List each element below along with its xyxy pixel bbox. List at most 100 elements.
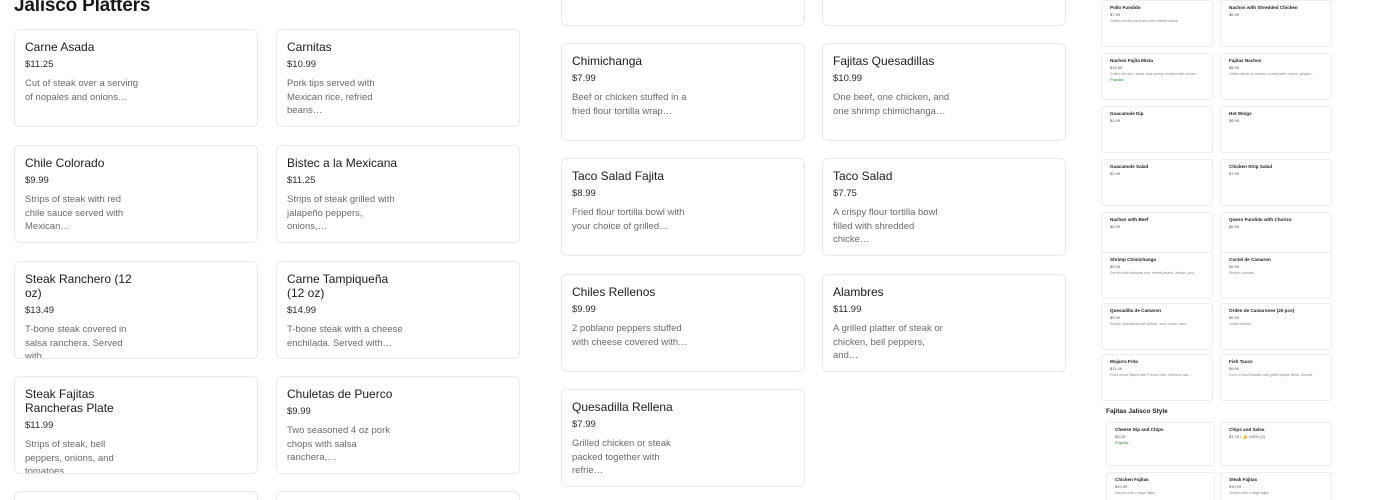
mini-menu-card[interactable]: Nachos with Shredded Chicken $6.99 [1220, 0, 1332, 47]
mini-item-price: $10.99 [1110, 65, 1123, 71]
mini-menu-card[interactable]: Steak Fajitas $10.99 Served with a large… [1220, 472, 1332, 500]
mini-menu-card[interactable]: Mojarra Frita $11.49 Fried whole tilapia… [1101, 354, 1213, 401]
mini-item-name: Orden de Camarones (20 pcs) [1229, 308, 1295, 313]
mini-menu-card[interactable]: Shrimp Chimichanga $9.25 Served with Mex… [1101, 252, 1213, 299]
mini-item-name: Mojarra Frita [1110, 359, 1138, 364]
mini-item-name: Fish Tacos [1229, 359, 1253, 364]
mini-item-price: $9.99 [1229, 366, 1240, 372]
menu-item-description: A crispy flour tortilla bowl filled with… [833, 207, 938, 245]
menu-item-price: $11.99 [833, 304, 862, 315]
popular-badge: Popular [1115, 440, 1129, 446]
mini-menu-card[interactable]: Chicken Fajitas $10.99 Served with a lar… [1106, 472, 1215, 500]
mini-menu-card[interactable]: Coctel de Camaron $9.99 Shrimp cocktail. [1220, 252, 1332, 299]
mini-item-name: Shrimp Chimichanga [1110, 257, 1156, 262]
mini-item-price: $3.25 [1115, 434, 1126, 440]
mini-menu-card[interactable]: Fajitas Nachos $8.99 Grilled steak or ch… [1220, 53, 1332, 100]
mini-item-description: Shrimp quesadilla with lettuce, sour cre… [1110, 321, 1190, 326]
menu-item-description: Cut of steak over a serving of nopales a… [25, 78, 138, 103]
mini-item-price: $2.99 [1110, 171, 1121, 177]
menu-item-name: Carne Tampiqueña (12 oz) [287, 272, 389, 300]
menu-item-card[interactable]: Carne Asada $11.25 Cut of steak over a s… [14, 29, 258, 127]
menu-item-price: $13.49 [25, 305, 55, 316]
menu-item-card[interactable]: Taco Salad $7.75 A crispy flour tortilla… [822, 158, 1066, 256]
mini-item-name: Steak Fajitas [1229, 477, 1258, 482]
menu-item-card[interactable]: Carne Tampiqueña (12 oz) $14.99 T-bone s… [276, 261, 520, 359]
mini-item-price: $9.25 [1110, 264, 1121, 270]
mini-item-name: Chicken Strip Salad [1229, 164, 1273, 169]
mini-item-name: Cheese Dip and Chips [1115, 427, 1164, 432]
mini-item-name: Queso Fundido with Chorizo [1229, 217, 1292, 222]
menu-item-name: Alambres [833, 285, 884, 299]
mini-menu-card[interactable]: Pollo Fundido $7.99 Grilled chicken and … [1101, 0, 1213, 47]
mini-item-name: Guacamole Salad [1110, 164, 1149, 169]
menu-item-description: Grilled chicken or steak packed together… [572, 438, 671, 476]
menu-item-description: Strips of steak with red chile sauce ser… [25, 194, 124, 232]
mini-item-description: Served with a large fajita [1229, 490, 1269, 495]
mini-item-price: $9.99 [1229, 264, 1240, 270]
mini-menu-card[interactable]: Quesadilla de Camaron $9.99 Shrimp quesa… [1101, 303, 1213, 350]
mini-menu-card[interactable]: Fish Tacos $9.99 Corn or flour tortillas… [1220, 354, 1332, 401]
menu-item-price: $7.99 [572, 73, 596, 84]
mini-menu-card[interactable]: Orden de Camarones (20 pcs) $9.99 Grille… [1220, 303, 1332, 350]
menu-item-card[interactable]: Bistec a la Mexicana $11.25 Strips of st… [276, 145, 520, 243]
menu-item-card[interactable]: Alambres $11.99 A grilled platter of ste… [822, 274, 1066, 372]
menu-item-card[interactable]: Steak Ranchero (12 oz) $13.49 T-bone ste… [14, 261, 258, 359]
menu-item-description: Strips of steak grilled with jalapeño pe… [287, 194, 395, 232]
menu-item-price: $9.99 [25, 175, 49, 186]
mini-item-description: Grilled shrimp. [1229, 321, 1253, 326]
menu-item-card[interactable]: Chimichanga $7.99 Beef or chicken stuffe… [561, 43, 805, 141]
menu-item-price: $14.99 [287, 305, 317, 316]
mini-menu-card[interactable]: Chicken Strip Salad $7.99 [1220, 159, 1332, 206]
menu-item-description: Pork tips served with Mexican rice, refr… [287, 78, 375, 116]
menu-item-card[interactable]: Chuletas de Puerco $9.99 Two seasoned 4 … [276, 376, 520, 474]
mini-item-name: Nachos with Shredded Chicken [1229, 5, 1298, 10]
menu-item-name: Chuletas de Puerco [287, 387, 393, 401]
menu-item-price: $11.25 [25, 59, 54, 70]
menu-item-description: T-bone steak covered in salsa ranchera. … [25, 324, 127, 359]
mini-item-name: Guacamole Dip [1110, 111, 1144, 116]
menu-item-name: Carnitas [287, 40, 332, 54]
mini-item-price: $5.99 [1229, 224, 1240, 230]
menu-item-card[interactable]: Steak Fajitas Rancheras Plate $11.99 Str… [14, 376, 258, 474]
mini-menu-card[interactable]: Guacamole Dip $3.49 [1101, 106, 1213, 153]
menu-item-price: $10.99 [833, 73, 863, 84]
mini-item-price: $6.99 [1229, 12, 1240, 18]
mini-menu-card[interactable]: Guacamole Salad $2.99 [1101, 159, 1213, 206]
menu-item-name: Chiles Rellenos [572, 285, 656, 299]
menu-item-name: Carne Asada [25, 40, 95, 54]
menu-item-price: $8.99 [572, 188, 596, 199]
menu-item-card[interactable]: Chiles Rellenos $9.99 2 poblano peppers … [561, 274, 805, 372]
mini-item-description: Grilled chicken and rice with cheese sau… [1110, 18, 1178, 23]
mini-item-name: Pollo Fundido [1110, 5, 1141, 10]
menu-item-card[interactable]: Carnitas $10.99 Pork tips served with Me… [276, 29, 520, 127]
mini-item-name: Coctel de Camaron [1229, 257, 1271, 262]
mini-item-name: Nachos Fajita Mixta [1110, 58, 1153, 63]
menu-item-description: One beef, one chicken, and one shrimp ch… [833, 92, 950, 117]
mini-item-price: $8.99 [1229, 118, 1240, 124]
mini-item-description: Grilled chicken, steak, and shrimp cooke… [1110, 71, 1200, 76]
menu-item-card[interactable] [14, 491, 258, 500]
menu-item-card[interactable]: Taco Salad Fajita $8.99 Fried flour tort… [561, 158, 805, 256]
menu-item-name: Quesadilla Rellena [572, 400, 673, 414]
menu-item-description: 2 poblano peppers stuffed with cheese co… [572, 323, 688, 348]
menu-item-card[interactable] [822, 0, 1066, 26]
mini-menu-card[interactable]: Cheese Dip and Chips $3.25 Popular [1106, 422, 1215, 466]
menu-item-card[interactable] [276, 491, 520, 500]
mini-item-price: $1.75 • 👍 100% (3) [1229, 434, 1265, 440]
popular-badge: Popular [1110, 77, 1124, 83]
mini-item-name: Chicken Fajitas [1115, 477, 1149, 482]
mini-item-name: Chips and Salsa [1229, 427, 1265, 432]
menu-item-card[interactable]: Fajitas Quesadillas $10.99 One beef, one… [822, 43, 1066, 141]
menu-item-price: $11.99 [25, 420, 54, 431]
mini-menu-card[interactable]: Nachos Fajita Mixta $10.99 Grilled chick… [1101, 53, 1213, 100]
mini-item-price: $3.49 [1110, 118, 1121, 124]
menu-item-name: Taco Salad [833, 169, 893, 183]
mini-item-price: $10.99 [1229, 484, 1242, 490]
menu-item-card[interactable]: Quesadilla Rellena $7.99 Grilled chicken… [561, 389, 805, 487]
mini-menu-card[interactable]: Chips and Salsa $1.75 • 👍 100% (3) [1220, 422, 1332, 466]
menu-item-price: $9.99 [572, 304, 596, 315]
mini-item-description: Shrimp cocktail. [1229, 270, 1255, 275]
menu-item-card[interactable]: Chile Colorado $9.99 Strips of steak wit… [14, 145, 258, 243]
mini-menu-card[interactable]: Hot Wings $8.99 [1220, 106, 1332, 153]
menu-item-card[interactable] [561, 0, 805, 26]
